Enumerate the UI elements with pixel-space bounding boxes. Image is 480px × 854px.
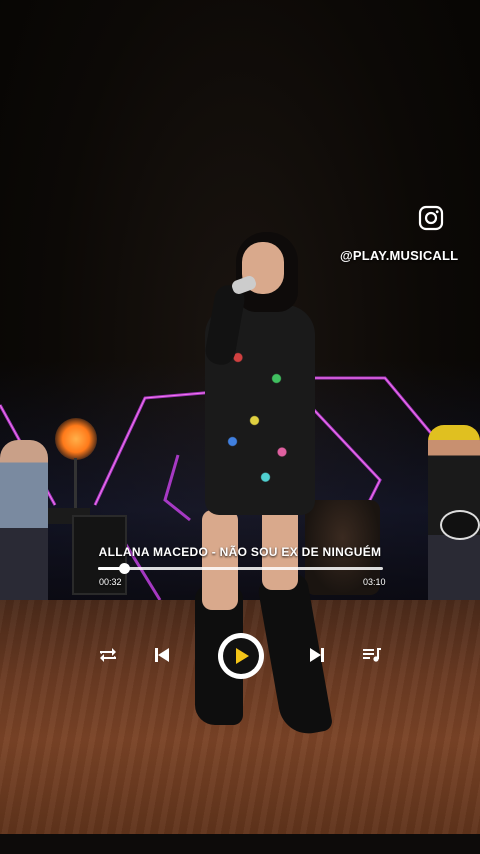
repeat-icon bbox=[100, 648, 116, 662]
progress-bar[interactable] bbox=[98, 563, 383, 574]
skip-next-icon bbox=[310, 648, 324, 662]
next-track-button[interactable] bbox=[308, 646, 326, 664]
singer-leg-left bbox=[202, 510, 238, 610]
track-title: ALLANA MACEDO - NÃO SOU EX DE NINGUÉM bbox=[98, 545, 382, 559]
lamp-pole bbox=[74, 458, 77, 508]
keyboard-player bbox=[0, 440, 48, 600]
instagram-icon[interactable] bbox=[418, 205, 444, 231]
elapsed-time: 00:32 bbox=[99, 577, 122, 587]
total-duration: 03:10 bbox=[363, 577, 386, 587]
play-icon bbox=[236, 648, 249, 664]
video-frame: @PLAY.MUSICALL ALLANA MACEDO - NÃO SOU E… bbox=[0, 0, 480, 854]
repeat-button[interactable] bbox=[98, 646, 118, 664]
floor-edge bbox=[0, 834, 480, 854]
progress-knob[interactable] bbox=[118, 563, 130, 574]
queue-button[interactable] bbox=[362, 646, 382, 664]
queue-music-icon bbox=[363, 648, 381, 662]
guitar bbox=[440, 510, 480, 540]
previous-track-button[interactable] bbox=[153, 646, 171, 664]
skip-previous-icon bbox=[155, 648, 169, 662]
play-button[interactable] bbox=[218, 633, 264, 679]
play-button-inner bbox=[223, 638, 259, 674]
stage-lamp bbox=[55, 418, 97, 460]
social-handle[interactable]: @PLAY.MUSICALL bbox=[340, 248, 458, 263]
